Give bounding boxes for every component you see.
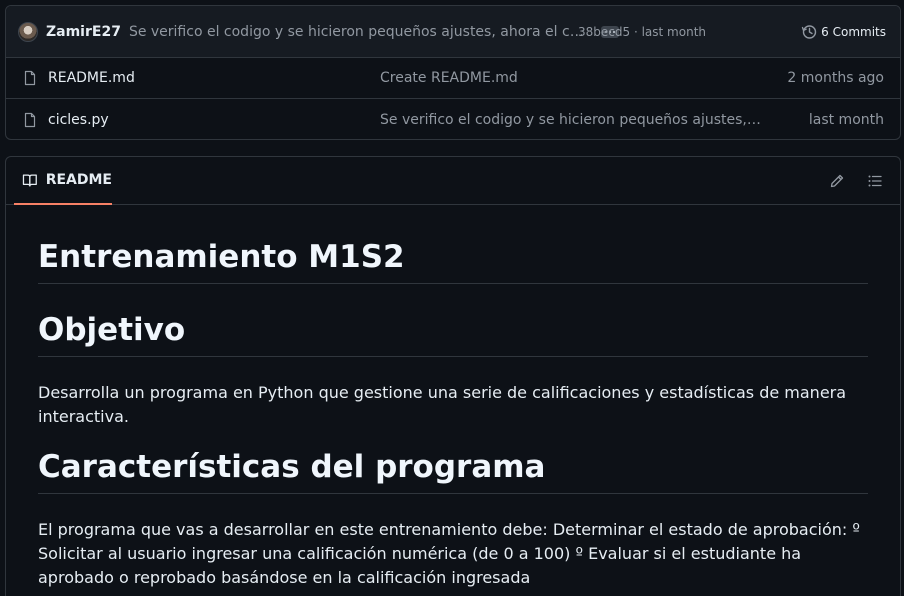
file-icon	[24, 70, 36, 86]
file-name[interactable]: README.md	[48, 70, 135, 86]
readme-panel: README Entrenamiento M1S2 Objetivo Desar…	[5, 156, 901, 596]
section-heading-objetivo: Objetivo	[38, 308, 868, 357]
meta-separator: ·	[633, 24, 638, 39]
commit-time: last month	[641, 24, 706, 39]
commit-meta: 38becd5 · last month	[578, 25, 706, 39]
section-heading-caracteristicas: Características del programa	[38, 445, 868, 494]
readme-content: Entrenamiento M1S2 Objetivo Desarrolla u…	[6, 205, 900, 590]
book-icon	[22, 174, 37, 187]
file-date: last month	[808, 111, 884, 128]
file-date: 2 months ago	[787, 70, 884, 86]
commits-history-link[interactable]: 6 Commits	[801, 24, 886, 40]
readme-tab-label: README	[45, 172, 112, 188]
file-icon	[24, 112, 36, 127]
readme-title: Entrenamiento M1S2	[38, 235, 868, 284]
file-commit-message[interactable]: Se verifico el codigo y se hicieron pequ…	[380, 112, 764, 128]
readme-header: README	[6, 157, 900, 205]
file-browser: ZamirE27 Se verifico el codigo y se hici…	[5, 5, 901, 140]
commit-message[interactable]: Se verifico el codigo y se hicieron pequ…	[129, 24, 591, 40]
author-avatar[interactable]	[18, 21, 38, 42]
commit-hash[interactable]: 38becd5	[578, 25, 630, 39]
tab-readme[interactable]: README	[14, 157, 112, 205]
outline-list-icon[interactable]	[867, 173, 883, 189]
file-commit-message[interactable]: Create README.md	[380, 70, 764, 86]
pencil-icon[interactable]	[829, 173, 845, 189]
file-row-cicles[interactable]: cicles.py Se verifico el codigo y se hic…	[6, 99, 900, 139]
commits-count: 6 Commits	[821, 24, 886, 39]
section-text-objetivo: Desarrolla un programa en Python que ges…	[38, 383, 847, 426]
file-name[interactable]: cicles.py	[48, 112, 109, 128]
commit-author[interactable]: ZamirE27	[46, 24, 121, 40]
history-icon	[802, 24, 817, 39]
latest-commit-bar: ZamirE27 Se verifico el codigo y se hici…	[6, 6, 900, 58]
section-text-caracteristicas: El programa que vas a desarrollar en est…	[38, 520, 860, 587]
file-row-readme[interactable]: README.md Create README.md 2 months ago	[6, 58, 900, 99]
